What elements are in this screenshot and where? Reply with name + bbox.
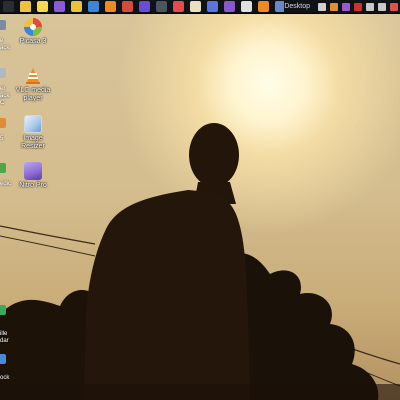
nitro-pro-icon <box>24 162 42 180</box>
file-icon[interactable] <box>241 1 252 12</box>
desktop-icon-label: Nitro Pro <box>19 182 47 189</box>
app-icon[interactable] <box>122 1 133 12</box>
messaging-icon[interactable] <box>190 1 201 12</box>
desktop-icon-picasa[interactable]: Picasa 3 <box>11 18 55 46</box>
cutoff-label-2: ack <box>0 45 10 51</box>
firefox-icon[interactable] <box>258 1 269 12</box>
image-resizer-icon <box>24 115 42 133</box>
desktop-wallpaper <box>0 14 400 400</box>
cutoff-icon-1[interactable] <box>0 20 6 30</box>
picasa-icon <box>24 18 42 36</box>
cutoff-icon-6[interactable] <box>0 354 6 364</box>
cutoff-label-9: dar <box>0 338 9 344</box>
tray-red-icon[interactable] <box>354 2 362 11</box>
cutoff-label-1: e <box>0 38 4 44</box>
cutoff-label-7: edic <box>0 181 12 187</box>
cutoff-label-3: er <box>0 86 6 92</box>
desktop-icon-image-resizer[interactable]: Image Resizer <box>11 115 55 151</box>
tray-orange-icon[interactable] <box>330 2 338 11</box>
cutoff-label-6: 5 <box>0 136 4 142</box>
windows-start-icon[interactable] <box>3 1 14 12</box>
cutoff-icon-4[interactable] <box>0 163 6 173</box>
network-icon[interactable] <box>390 2 398 11</box>
taskbar-pinned-apps <box>0 1 285 12</box>
vlc-icon[interactable] <box>105 1 116 12</box>
file-explorer-icon[interactable] <box>20 1 31 12</box>
sticky-notes-icon[interactable] <box>37 1 48 12</box>
desktop-icon-label: VLC media player <box>15 87 51 102</box>
media-icon[interactable] <box>139 1 150 12</box>
settings-icon[interactable] <box>275 1 285 12</box>
desktop-icon-vlc[interactable]: VLC media player <box>11 67 55 103</box>
cutoff-icon-3[interactable] <box>0 118 6 128</box>
browser-icon[interactable] <box>207 1 218 12</box>
vlc-media-player-icon <box>24 67 42 85</box>
tray-app-icon[interactable] <box>318 2 326 11</box>
desktop-icon-label: Image Resizer <box>21 135 45 150</box>
chrome-icon[interactable] <box>71 1 82 12</box>
defender-shield-icon[interactable] <box>88 1 99 12</box>
desktop-icon-nitro-pro[interactable]: Nitro Pro <box>11 162 55 190</box>
cutoff-icon-2[interactable] <box>0 68 6 78</box>
cutoff-label-8: ille <box>0 331 8 337</box>
cutoff-label-4: ack <box>0 93 10 99</box>
visual-studio-icon[interactable] <box>54 1 65 12</box>
store-icon[interactable] <box>156 1 167 12</box>
wallpaper-silhouette-scene <box>0 123 400 400</box>
cutoff-label-10: ock <box>0 375 10 381</box>
cutoff-icon-5[interactable] <box>0 305 6 315</box>
volume-icon[interactable] <box>378 2 386 11</box>
video-icon[interactable] <box>173 1 184 12</box>
photos-icon[interactable] <box>224 1 235 12</box>
desktop-icon-label: Picasa 3 <box>19 38 47 45</box>
tray-purple-icon[interactable] <box>342 2 350 11</box>
cutoff-label-5: C <box>0 100 5 106</box>
battery-icon[interactable] <box>366 2 374 11</box>
system-tray: Desktop <box>284 0 400 14</box>
desktop-toolbar-label[interactable]: Desktop <box>284 3 310 10</box>
taskbar: Desktop <box>0 0 400 14</box>
